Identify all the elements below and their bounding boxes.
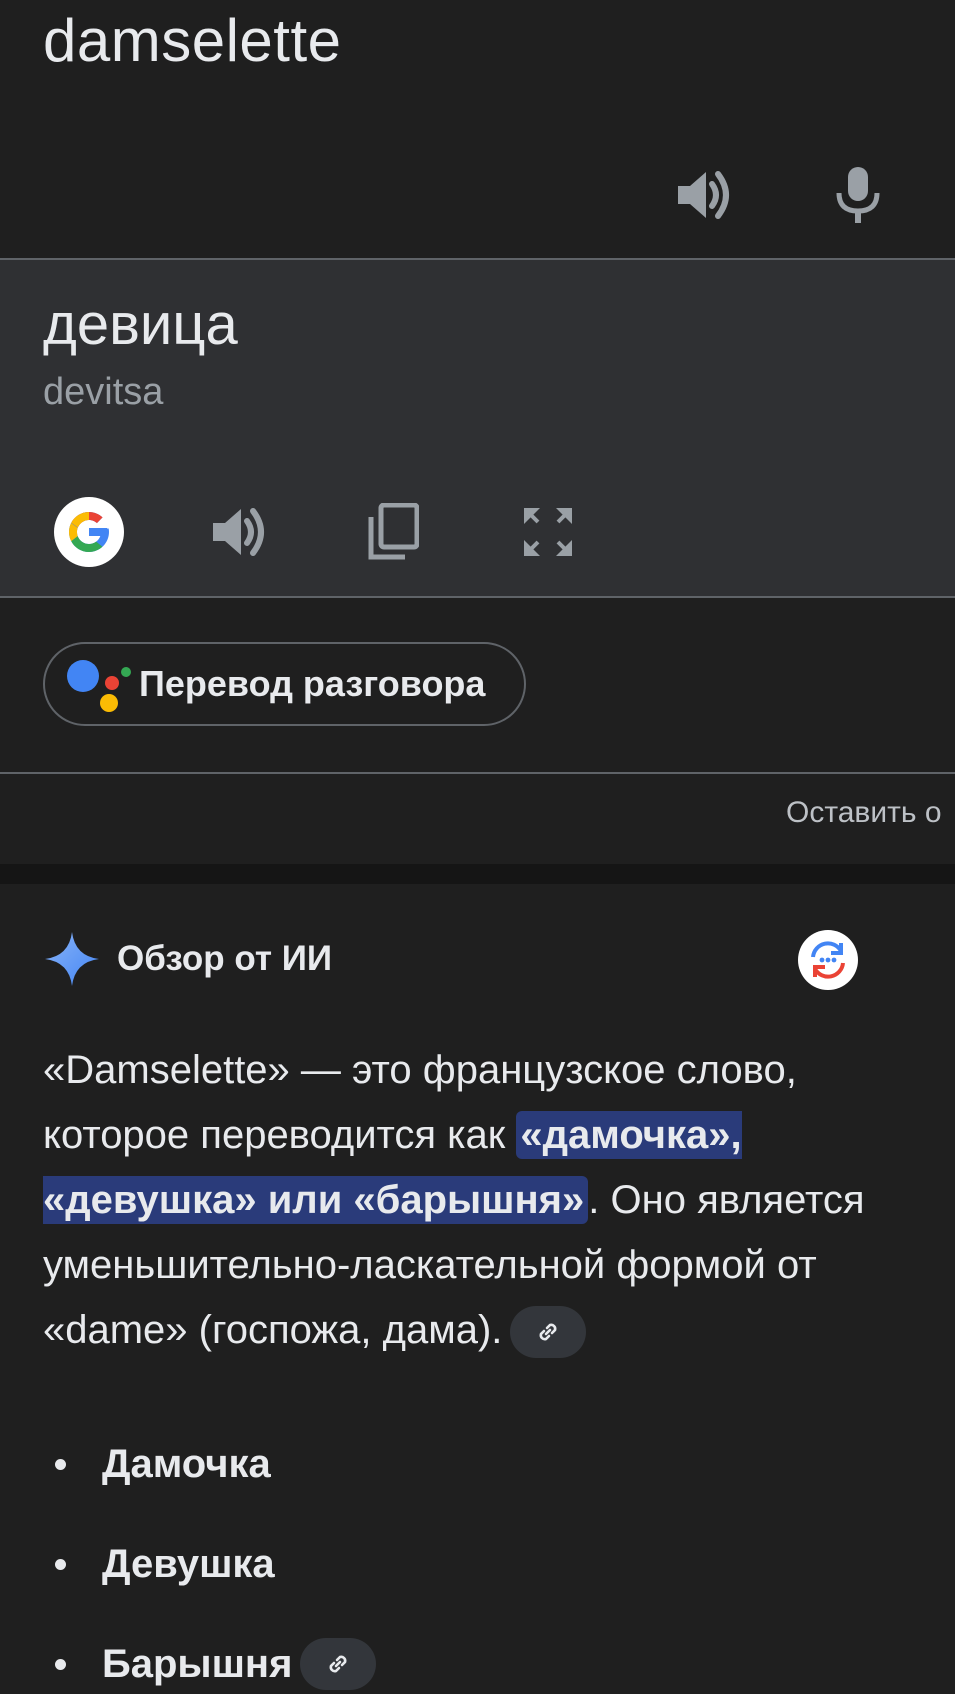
feedback-area: Оставить о <box>0 774 955 864</box>
conversation-area: Перевод разговора <box>0 598 955 772</box>
ai-overview-title: Обзор от ИИ <box>117 939 333 978</box>
mic-icon[interactable] <box>823 160 893 230</box>
speaker-icon[interactable] <box>205 497 275 567</box>
list-item-label: Девушка <box>102 1541 275 1586</box>
list-item-label: Барышня <box>102 1641 293 1686</box>
translate-page: damselette девица devitsa Перевод разгов… <box>0 0 955 1694</box>
source-panel[interactable]: damselette <box>0 0 955 258</box>
source-text[interactable]: damselette <box>43 2 342 80</box>
translation-panel: девица devitsa <box>0 260 955 596</box>
link-icon[interactable] <box>510 1306 587 1359</box>
translation-text: девица <box>43 292 238 357</box>
bullet <box>55 1458 66 1470</box>
bullet <box>55 1658 66 1670</box>
feedback-link[interactable]: Оставить о <box>786 796 942 830</box>
list-item: Дамочка <box>43 1414 376 1514</box>
ai-overview: Обзор от ИИ «Damselette» — это французск… <box>0 884 955 1694</box>
list-item-label: Дамочка <box>102 1441 271 1486</box>
transliteration-text: devitsa <box>43 371 164 413</box>
link-icon[interactable] <box>300 1638 377 1690</box>
conversation-translate-label: Перевод разговора <box>139 663 486 704</box>
fullscreen-icon[interactable] <box>513 497 583 567</box>
ai-overview-paragraph: «Damselette» — это французское слово, ко… <box>43 1038 933 1363</box>
google-logo-icon[interactable] <box>54 497 124 567</box>
speaker-icon[interactable] <box>670 160 740 230</box>
conversation-translate-button[interactable]: Перевод разговора <box>43 642 526 726</box>
sparkle-icon <box>45 932 99 986</box>
section-separator <box>0 864 955 884</box>
bullet <box>55 1558 66 1570</box>
regenerate-icon[interactable] <box>798 930 858 990</box>
list-item: Девушка <box>43 1514 376 1614</box>
list-item: Барышня <box>43 1614 377 1694</box>
ai-overview-header: Обзор от ИИ <box>43 930 332 988</box>
copy-icon[interactable] <box>358 497 428 567</box>
ai-overview-list: Дамочка Девушка Барышня <box>43 1414 377 1694</box>
assistant-icon <box>67 654 133 714</box>
